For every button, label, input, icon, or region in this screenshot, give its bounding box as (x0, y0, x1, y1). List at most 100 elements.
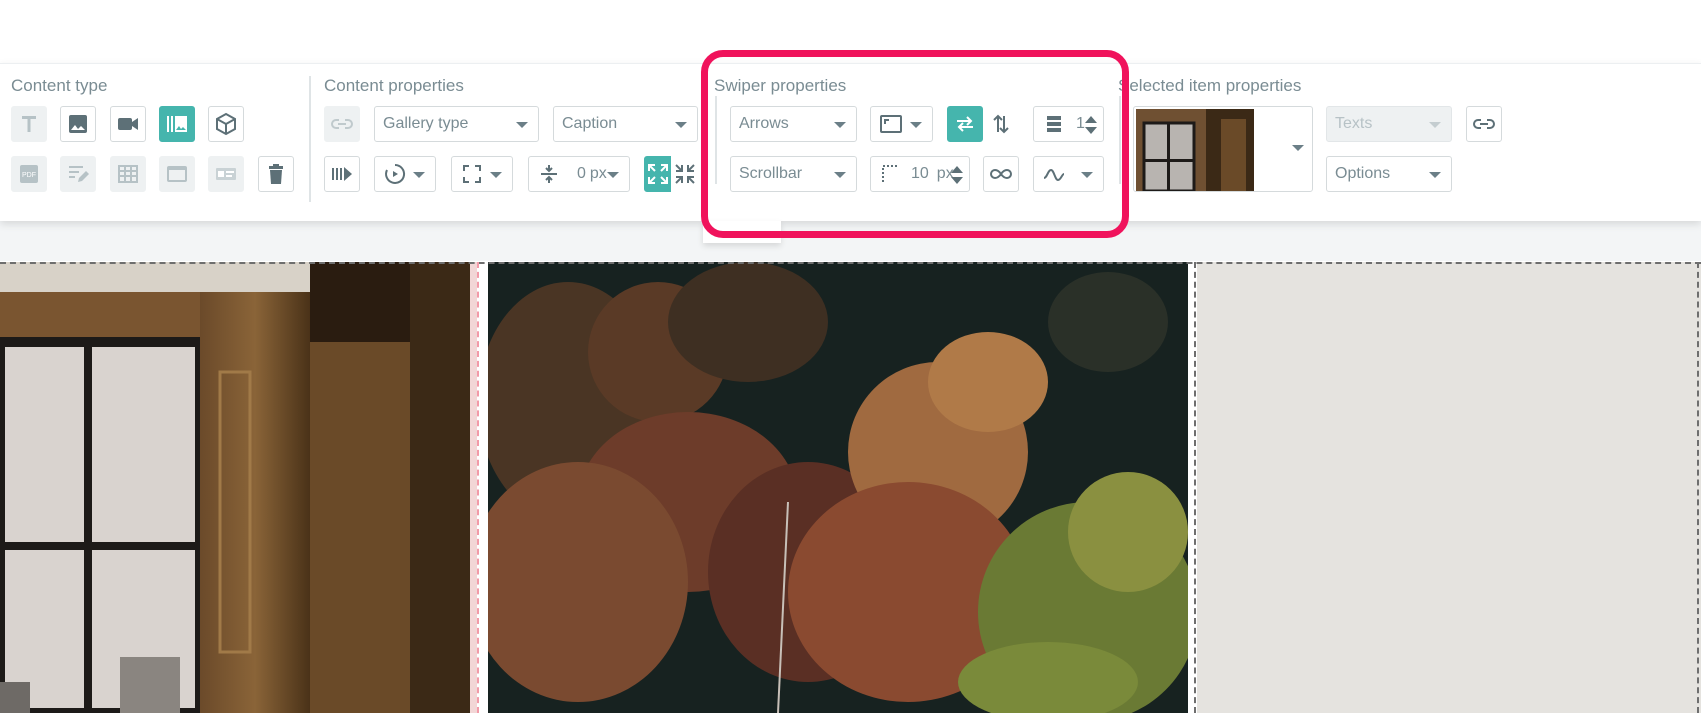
collapse-button[interactable] (671, 156, 698, 192)
spacing-select[interactable]: 0 px (528, 156, 630, 192)
table-type-button[interactable] (110, 156, 146, 192)
card-icon (216, 168, 236, 180)
gallery-type-button[interactable] (159, 106, 195, 142)
replay-icon (385, 163, 406, 184)
delete-button[interactable] (258, 156, 294, 192)
item-link-button[interactable] (1466, 106, 1502, 142)
options-select[interactable]: Options (1326, 156, 1452, 192)
loop-button[interactable] (983, 156, 1019, 192)
spacing-value: 0 (577, 165, 586, 182)
navigation-select[interactable]: Arrows (730, 106, 857, 142)
content-type-title: Content type (11, 76, 108, 95)
pagination-select[interactable]: Scrollbar (730, 156, 857, 192)
chevron-down-icon[interactable] (1292, 145, 1304, 151)
frame-type-button[interactable] (159, 156, 195, 192)
spacing-icon (541, 165, 557, 183)
chevron-down-icon (490, 172, 502, 178)
svg-text:PDF: PDF (22, 172, 36, 179)
vertical-direction-button[interactable] (983, 106, 1019, 142)
space-between-value: 10 (911, 165, 929, 182)
chevron-down-icon (834, 122, 846, 128)
fullscreen-select[interactable] (451, 156, 513, 192)
fullscreen-icon (463, 165, 481, 183)
properties-toolbar: Content type PDF Content properties Gall… (0, 63, 1701, 221)
expand-icon (647, 164, 668, 184)
interior-photo (0, 262, 477, 713)
canvas-background (0, 221, 1701, 261)
space-between-stepper[interactable]: 10 px (870, 156, 970, 192)
image-type-button[interactable] (60, 106, 96, 142)
swap-vertical-icon (993, 114, 1009, 134)
texts-label: Texts (1335, 115, 1373, 132)
chevron-down-icon (607, 172, 619, 178)
slide-divider (477, 262, 479, 713)
card-type-button[interactable] (208, 156, 244, 192)
video-type-button[interactable] (110, 106, 146, 142)
selection-border-right (1697, 262, 1699, 713)
separator-1 (309, 76, 311, 202)
pdf-type-button[interactable]: PDF (11, 156, 47, 192)
navigation-label: Arrows (739, 115, 789, 132)
selection-border-divider (1194, 262, 1196, 713)
corner-icon (882, 165, 899, 182)
selected-item-thumbnail[interactable] (1133, 106, 1313, 192)
thumbnail-image (1136, 109, 1254, 191)
link-icon (331, 119, 353, 129)
chevron-down-icon (736, 231, 748, 237)
caption-label: Caption (562, 115, 618, 132)
chevron-down-icon (516, 122, 528, 128)
text-icon (22, 116, 36, 132)
image-icon (69, 115, 87, 133)
expand-button[interactable] (644, 156, 671, 192)
caption-select[interactable]: Caption (553, 106, 698, 142)
gallery-slide-interior[interactable] (0, 262, 477, 713)
gallery-type-select[interactable]: Gallery type (374, 106, 539, 142)
gallery-slide-forest[interactable] (488, 262, 1188, 713)
link-button[interactable] (324, 106, 360, 142)
window-icon (167, 166, 187, 182)
form-type-button[interactable] (60, 156, 96, 192)
chevron-down-icon (834, 172, 846, 178)
3d-type-button[interactable] (208, 106, 244, 142)
trash-icon (269, 164, 283, 184)
autoplay-button[interactable] (324, 156, 360, 192)
slides-per-view-stepper[interactable]: 1 (1033, 106, 1104, 142)
slide-size-select[interactable] (870, 106, 933, 142)
chevron-down-icon (1429, 172, 1441, 178)
autoplay-mode-select[interactable] (374, 156, 436, 192)
selected-item-properties-title: Selected item properties (1118, 76, 1302, 95)
rows-icon (1047, 116, 1061, 132)
texts-select[interactable]: Texts (1326, 106, 1452, 142)
collapse-icon (674, 164, 695, 184)
table-icon (118, 165, 138, 183)
gallery-slide-blank[interactable] (1197, 262, 1701, 713)
chevron-down-icon (1081, 172, 1093, 178)
infinity-icon (990, 168, 1012, 180)
content-properties-title: Content properties (324, 76, 464, 95)
effect-select[interactable] (1033, 156, 1104, 192)
top-area (0, 0, 1701, 63)
pagination-label: Scrollbar (739, 165, 803, 182)
link-icon (1473, 119, 1495, 129)
swap-horizontal-icon (957, 116, 973, 132)
options-label: Options (1335, 165, 1391, 182)
cube-icon (216, 112, 236, 136)
form-edit-icon (69, 166, 89, 182)
editor-screen: Content type PDF Content properties Gall… (0, 0, 1701, 713)
separator-2 (715, 96, 717, 184)
horizontal-direction-button[interactable] (947, 106, 983, 142)
autoplay-icon (332, 167, 352, 181)
aspect-ratio-icon (880, 115, 902, 133)
slides-per-view-value: 1 (1076, 115, 1085, 132)
chevron-down-icon (413, 172, 425, 178)
toolbar-collapse-tab[interactable] (703, 221, 781, 243)
chevron-down-icon (675, 122, 687, 128)
stepper-arrows-icon[interactable] (951, 164, 963, 186)
swiper-properties-title: Swiper properties (714, 76, 847, 95)
chevron-down-icon (1429, 122, 1441, 128)
gallery-type-label: Gallery type (383, 115, 469, 132)
spacing-unit: px (589, 165, 607, 182)
selection-border-top (0, 262, 1701, 264)
text-type-button[interactable] (11, 106, 47, 142)
stepper-arrows-icon[interactable] (1085, 114, 1097, 136)
